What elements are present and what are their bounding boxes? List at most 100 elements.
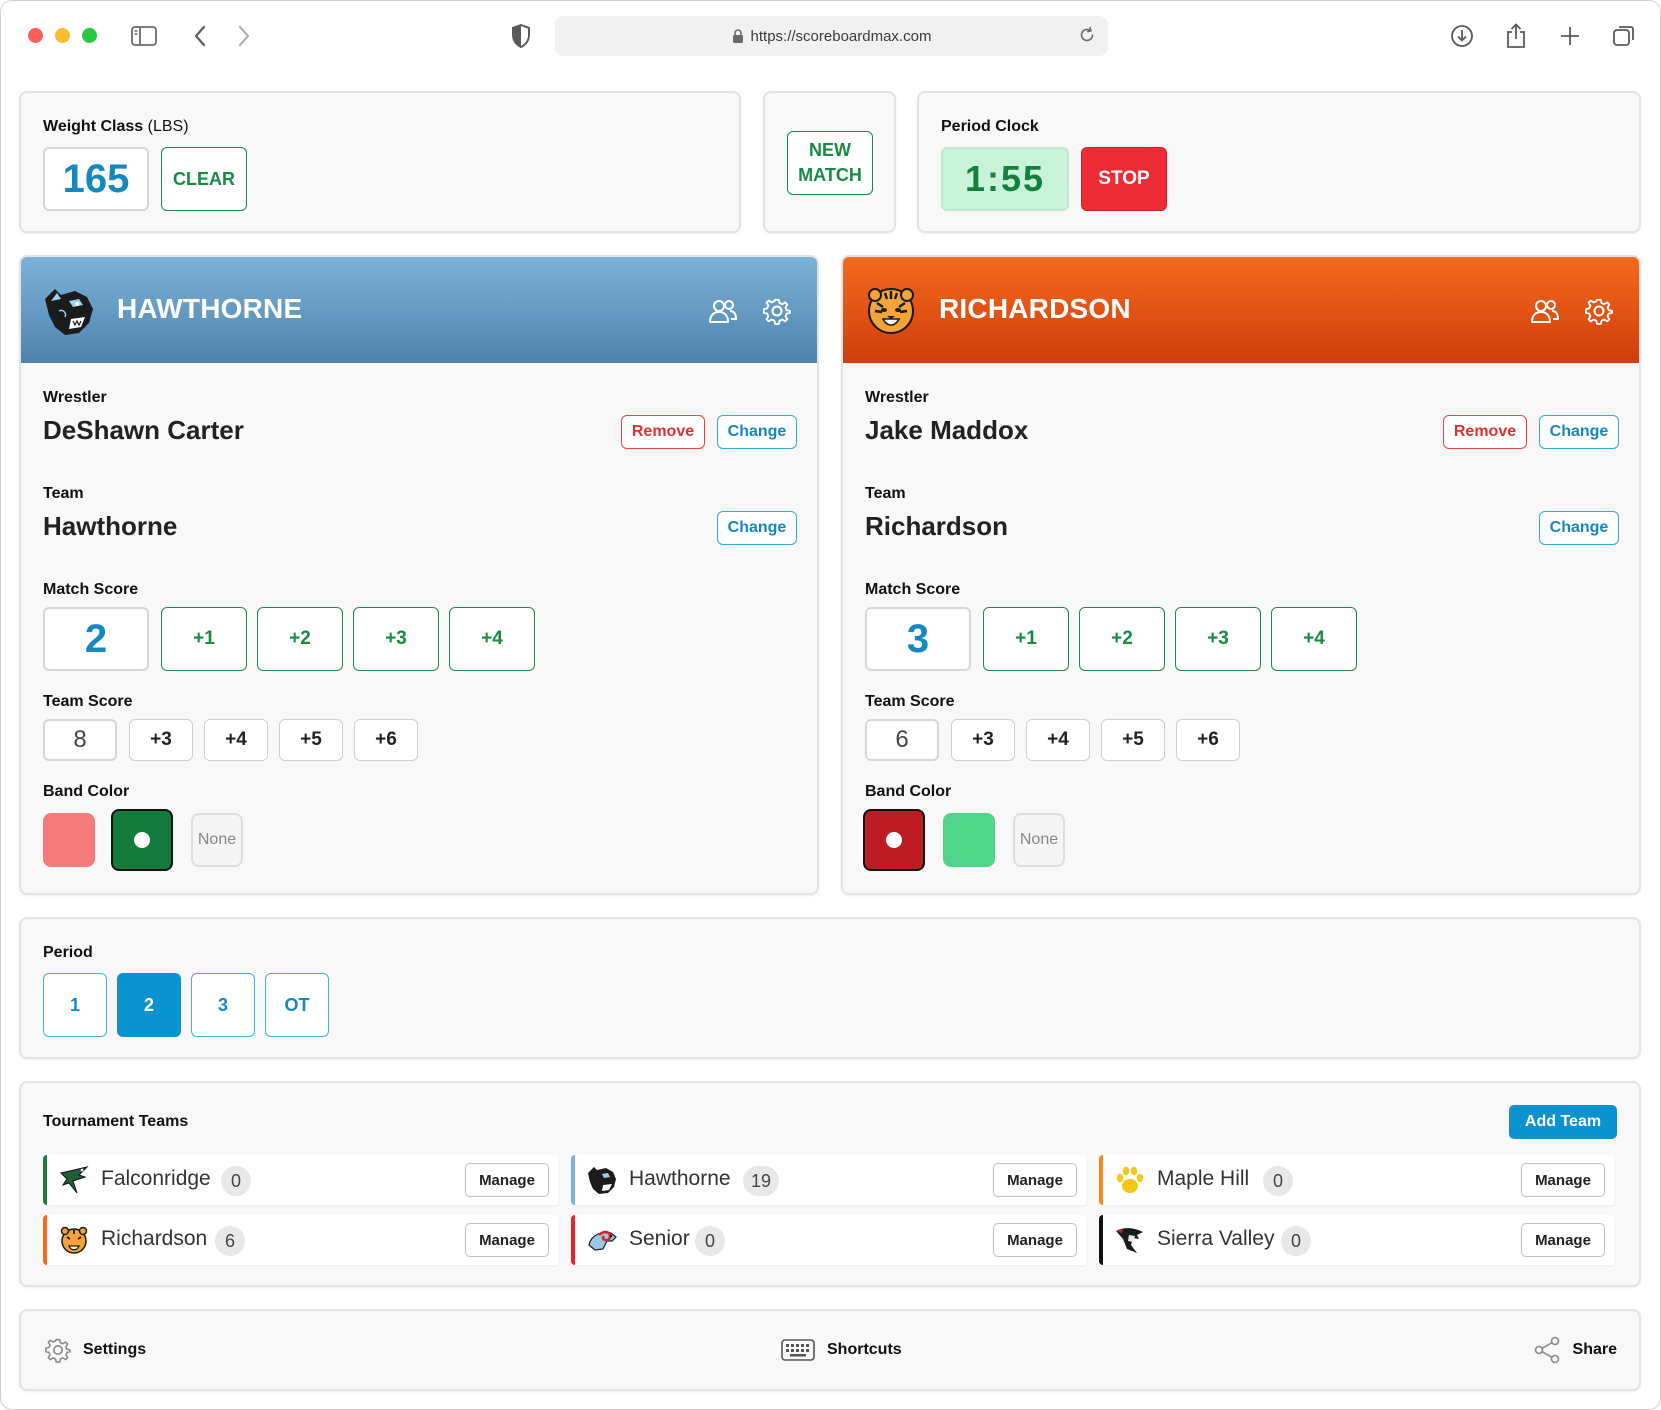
away-match-score-value: 3 (906, 616, 930, 661)
away-match-score[interactable]: 3 (865, 607, 971, 671)
away-change-team-button[interactable]: Change (1539, 511, 1619, 545)
home-match-plus-1-button[interactable]: +1 (161, 607, 247, 671)
roster-users-icon[interactable] (707, 295, 739, 327)
away-change-wrestler-button[interactable]: Change (1539, 415, 1619, 449)
period-1-button[interactable]: 1 (43, 973, 107, 1037)
manage-team-button[interactable]: Manage (1521, 1223, 1605, 1257)
address-bar[interactable]: https://scoreboardmax.com (555, 16, 1108, 56)
increment-label: +2 (1111, 628, 1133, 649)
manage-label: Manage (479, 1171, 535, 1189)
roster-users-icon[interactable] (1529, 295, 1561, 327)
tournament-team-sierra-valley[interactable]: Sierra Valley 0 Manage (1099, 1215, 1615, 1265)
minimize-window-button[interactable] (55, 28, 70, 43)
match-score-label: Match Score (43, 581, 139, 598)
downloads-icon[interactable] (1449, 23, 1475, 49)
add-team-button[interactable]: Add Team (1509, 1105, 1617, 1139)
new-match-label-line1: NEW (809, 140, 851, 160)
browser-toolbar: https://scoreboardmax.com (1, 1, 1660, 71)
period-3-button[interactable]: 3 (191, 973, 255, 1037)
period-label: Period (43, 944, 93, 961)
away-match-plus-2-button[interactable]: +2 (1079, 607, 1165, 671)
away-band-red-swatch[interactable] (863, 809, 925, 871)
period-ot-button[interactable]: OT (265, 973, 329, 1037)
home-band-green-swatch[interactable] (111, 809, 173, 871)
home-team-score[interactable]: 8 (43, 719, 117, 761)
home-remove-wrestler-button[interactable]: Remove (621, 415, 705, 449)
share-link[interactable]: Share (1533, 1311, 1617, 1389)
tournament-team-falconridge[interactable]: Falconridge 0 Manage (43, 1155, 559, 1205)
tiger-logo-icon (60, 1226, 88, 1254)
away-band-green-swatch[interactable] (943, 813, 995, 867)
tournament-team-richardson[interactable]: Richardson 6 Manage (43, 1215, 559, 1265)
close-window-button[interactable] (28, 28, 43, 43)
sidebar-toggle-icon[interactable] (131, 23, 157, 49)
home-team-plus-4-button[interactable]: +4 (204, 719, 268, 761)
away-match-plus-3-button[interactable]: +3 (1175, 607, 1261, 671)
manage-team-button[interactable]: Manage (465, 1223, 549, 1257)
manage-label: Manage (1007, 1171, 1063, 1189)
tournament-team-senior[interactable]: Senior 0 Manage (571, 1215, 1087, 1265)
team-color-bar (1099, 1215, 1103, 1265)
away-match-plus-1-button[interactable]: +1 (983, 607, 1069, 671)
home-change-team-button[interactable]: Change (717, 511, 797, 545)
period-option-label: 1 (69, 994, 80, 1015)
home-match-plus-2-button[interactable]: +2 (257, 607, 343, 671)
shortcuts-link[interactable]: Shortcuts (781, 1311, 902, 1389)
home-band-none-button[interactable]: None (191, 813, 243, 867)
increment-label: +6 (375, 729, 397, 750)
privacy-shield-icon[interactable] (508, 23, 534, 49)
tournament-team-maple-hill[interactable]: Maple Hill 0 Manage (1099, 1155, 1615, 1205)
zoom-window-button[interactable] (82, 28, 97, 43)
team-count-badge: 6 (215, 1226, 245, 1256)
period-clock-display[interactable]: 1:55 (941, 147, 1069, 211)
away-band-none-button[interactable]: None (1013, 813, 1065, 867)
home-match-score[interactable]: 2 (43, 607, 149, 671)
home-change-wrestler-button[interactable]: Change (717, 415, 797, 449)
away-remove-wrestler-button[interactable]: Remove (1443, 415, 1527, 449)
team-settings-gear-icon[interactable] (1583, 295, 1615, 327)
increment-label: +5 (300, 729, 322, 750)
home-team-plus-3-button[interactable]: +3 (129, 719, 193, 761)
home-band-pink-swatch[interactable] (43, 813, 95, 867)
new-match-button[interactable]: NEW MATCH (787, 131, 873, 195)
weight-class-value[interactable]: 165 (43, 147, 149, 211)
back-icon[interactable] (187, 23, 213, 49)
increment-label: +6 (1197, 729, 1219, 750)
manage-team-button[interactable]: Manage (465, 1163, 549, 1197)
period-2-button[interactable]: 2 (117, 973, 181, 1037)
manage-team-button[interactable]: Manage (1521, 1163, 1605, 1197)
reload-icon[interactable] (1078, 26, 1096, 44)
none-label: None (1019, 831, 1059, 848)
manage-team-button[interactable]: Manage (993, 1163, 1077, 1197)
settings-link[interactable]: Settings (45, 1311, 146, 1389)
away-team-plus-3-button[interactable]: +3 (951, 719, 1015, 761)
away-team-score[interactable]: 6 (865, 719, 939, 761)
change-label: Change (727, 423, 787, 440)
home-match-plus-3-button[interactable]: +3 (353, 607, 439, 671)
increment-label: +3 (1207, 628, 1229, 649)
home-team-plus-6-button[interactable]: +6 (354, 719, 418, 761)
team-count-badge: 0 (221, 1166, 251, 1196)
wrestler-label: Wrestler (865, 389, 929, 406)
share-icon (1534, 1336, 1559, 1364)
away-team-plus-6-button[interactable]: +6 (1176, 719, 1240, 761)
home-team-plus-5-button[interactable]: +5 (279, 719, 343, 761)
wrestler-label: Wrestler (43, 389, 107, 406)
stop-clock-button[interactable]: STOP (1081, 147, 1167, 211)
forward-icon[interactable] (231, 23, 257, 49)
change-label: Change (1549, 519, 1609, 536)
away-team-plus-4-button[interactable]: +4 (1026, 719, 1090, 761)
team-settings-gear-icon[interactable] (761, 295, 793, 327)
home-match-plus-4-button[interactable]: +4 (449, 607, 535, 671)
clear-weight-button[interactable]: CLEAR (161, 147, 247, 211)
increment-label: +4 (225, 729, 247, 750)
away-match-plus-4-button[interactable]: +4 (1271, 607, 1357, 671)
tournament-team-hawthorne[interactable]: Hawthorne 19 Manage (571, 1155, 1087, 1205)
share-page-icon[interactable] (1503, 23, 1529, 49)
away-team-plus-5-button[interactable]: +5 (1101, 719, 1165, 761)
tab-overview-icon[interactable] (1611, 23, 1637, 49)
settings-gear-icon (45, 1338, 71, 1363)
new-match-card: NEW MATCH (763, 91, 896, 233)
manage-team-button[interactable]: Manage (993, 1223, 1077, 1257)
new-tab-icon[interactable] (1557, 23, 1583, 49)
